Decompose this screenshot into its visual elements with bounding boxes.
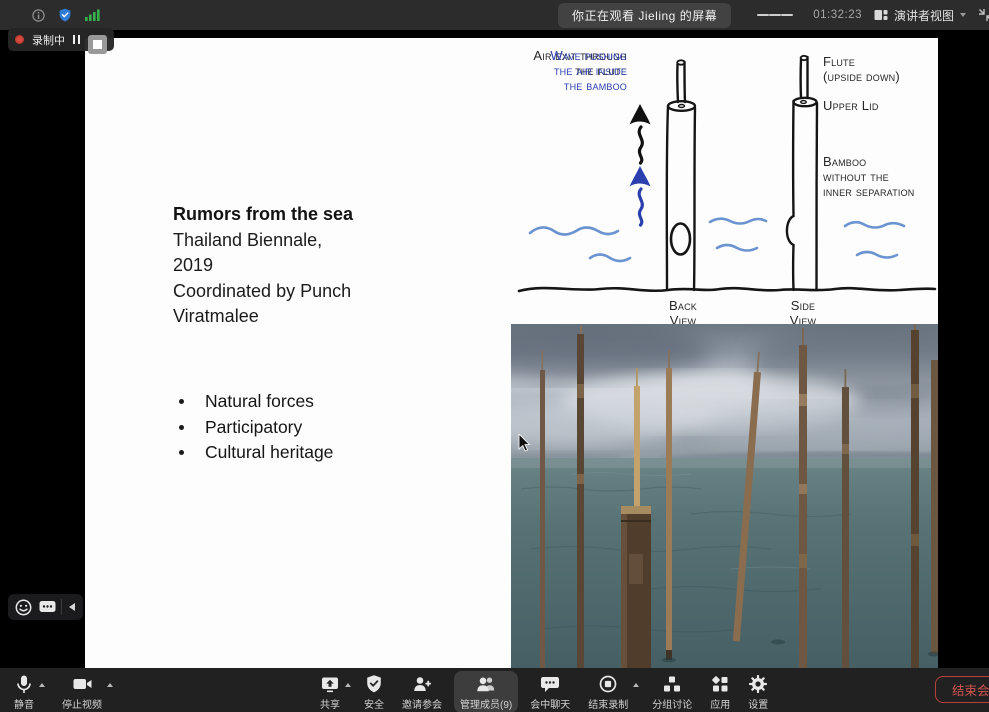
exit-fullscreen-icon[interactable] [978, 8, 989, 22]
sky [511, 324, 938, 464]
participants-icon [475, 674, 497, 694]
meeting-timer: 01:32:23 [813, 9, 862, 21]
settings-button[interactable]: 设置 [742, 671, 774, 712]
manage-participants-button[interactable]: 管理成员(9) [454, 671, 518, 712]
info-icon[interactable] [32, 9, 45, 22]
reactions-bar [8, 594, 83, 620]
slide-bullet-list: Natural forces Participatory Cultural he… [175, 389, 435, 466]
captions-icon[interactable] [35, 596, 59, 618]
chat-button[interactable]: 会中聊天 [524, 671, 576, 712]
presentation-slide: Rumors from the sea Thailand Biennale, 2… [85, 38, 938, 668]
wave-pushing-label: Wave pushing the air inside the bamboo [505, 48, 627, 93]
bullet-icon [179, 399, 184, 404]
back-view-tube [667, 60, 695, 290]
side-view-tube [787, 56, 817, 290]
collapse-left-button[interactable] [64, 596, 80, 618]
divider [61, 599, 62, 615]
recording-indicator: 录制中 [8, 28, 114, 51]
bamboo-label: Bamboo without the inner separation [823, 154, 938, 199]
wave-push-arrow [630, 166, 651, 225]
end-meeting-button[interactable]: 结束会议 [935, 676, 989, 703]
slide-text-block: Rumors from the sea Thailand Biennale, 2… [173, 202, 433, 330]
settings-gear-icon [748, 674, 768, 694]
video-camera-icon [72, 674, 93, 694]
slide-title: Rumors from the sea [173, 202, 433, 228]
zoom-meeting-window: 你正在观看 Jieling 的屏幕 01:32:23 演讲者视图 Rumors … [0, 0, 989, 712]
network-signal-icon[interactable] [85, 9, 100, 21]
options-icon[interactable] [757, 12, 793, 18]
stop-recording-button[interactable] [88, 35, 107, 54]
shared-screen-stage: Rumors from the sea Thailand Biennale, 2… [0, 30, 989, 668]
video-options-caret[interactable] [107, 683, 113, 687]
chat-bubble-icon [540, 674, 560, 694]
bamboo-poles-sea-photo [511, 324, 938, 668]
bullet-icon [179, 450, 184, 455]
air-exit-arrow [630, 104, 651, 163]
slide-subtitle-line: 2019 [173, 253, 433, 279]
security-shield-icon [364, 674, 384, 694]
sea [511, 458, 938, 668]
stop-record-button[interactable]: 结束录制 [582, 671, 634, 712]
recording-dot-icon [15, 35, 24, 44]
watching-screen-label: 你正在观看 Jieling 的屏幕 [558, 3, 731, 28]
upper-lid-label: Upper Lid [823, 98, 935, 113]
list-item: Natural forces [175, 389, 435, 415]
list-item: Participatory [175, 415, 435, 441]
invite-participants-button[interactable]: 邀请参会 [396, 671, 448, 712]
collapse-left-icon [69, 603, 75, 611]
chevron-down-icon [960, 13, 966, 17]
stop-recording-icon [598, 674, 618, 694]
invite-person-icon [412, 674, 432, 694]
meeting-top-bar: 你正在观看 Jieling 的屏幕 01:32:23 演讲者视图 [0, 0, 989, 30]
breakout-rooms-button[interactable]: 分组讨论 [646, 671, 698, 712]
bamboo-flute-diagram: Air exit through the flute Wave pushing … [505, 48, 938, 334]
meeting-info-icons [32, 0, 100, 30]
speaker-view-icon [874, 9, 888, 21]
record-options-caret[interactable] [633, 683, 639, 687]
pause-recording-button[interactable] [73, 35, 80, 44]
breakout-rooms-icon [662, 674, 682, 694]
slide-subtitle-line: Viratmalee [173, 304, 433, 330]
security-button[interactable]: 安全 [358, 671, 390, 712]
speaker-view-label: 演讲者视图 [894, 7, 954, 24]
slide-subtitle-line: Coordinated by Punch [173, 279, 433, 305]
smiley-reaction-button[interactable] [11, 596, 35, 618]
mouse-pointer-icon [518, 434, 530, 452]
recording-label: 录制中 [32, 32, 65, 48]
speaker-view-button[interactable]: 演讲者视图 [874, 7, 966, 24]
share-options-caret[interactable] [345, 683, 351, 687]
microphone-icon [14, 674, 34, 694]
bullet-icon [179, 425, 184, 430]
share-screen-button[interactable]: 共享 [314, 671, 346, 712]
list-item: Cultural heritage [175, 440, 435, 466]
mute-button[interactable]: 静音 [8, 671, 40, 712]
screen-share-icon [320, 674, 340, 694]
encryption-shield-icon[interactable] [58, 8, 72, 22]
flute-label: Flute (upside down) [823, 54, 935, 84]
meeting-toolbar: 静音 停止视频 共享 [0, 668, 989, 712]
ground-line [519, 288, 935, 291]
apps-grid-icon [710, 674, 730, 694]
wave-marks [530, 219, 904, 261]
stop-video-button[interactable]: 停止视频 [56, 671, 108, 712]
slide-subtitle-line: Thailand Biennale, [173, 228, 433, 254]
mute-options-caret[interactable] [39, 683, 45, 687]
apps-button[interactable]: 应用 [704, 671, 736, 712]
